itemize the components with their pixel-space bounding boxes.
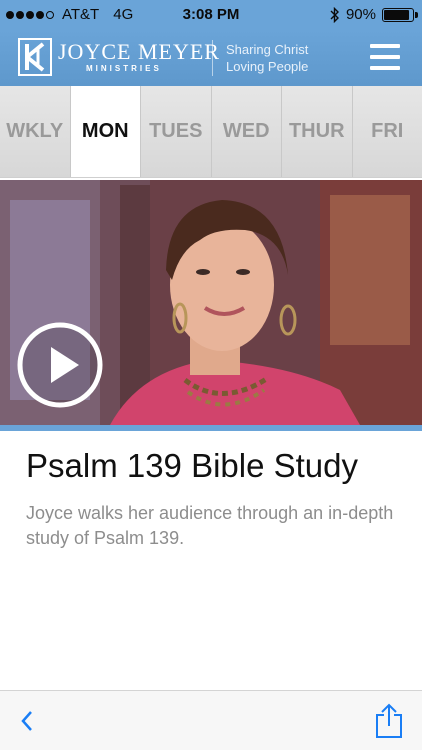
status-right: 90%: [330, 6, 418, 23]
bluetooth-icon: [330, 6, 339, 23]
tab-tues[interactable]: TUES: [141, 86, 212, 177]
hamburger-menu-icon[interactable]: [370, 44, 400, 70]
tab-mon[interactable]: MON: [70, 86, 141, 177]
brand-name: JOYCE MEYER: [58, 39, 220, 64]
tab-fri[interactable]: FRI: [352, 86, 422, 177]
tab-thur[interactable]: THUR: [282, 86, 353, 177]
video-bottom-bar: [0, 425, 422, 431]
app-screen: AT&T 4G 3:08 PM 90% JOYCE MEYER MINISTRI…: [0, 0, 422, 750]
bottom-toolbar: [0, 690, 422, 750]
chevron-left-icon[interactable]: [16, 709, 40, 733]
tagline: Sharing Christ Loving People: [226, 41, 336, 75]
app-header: JOYCE MEYER MINISTRIES Sharing Christ Lo…: [0, 30, 422, 86]
tagline-line-2: Loving People: [226, 59, 309, 74]
battery-icon: [382, 7, 418, 22]
battery-percent: 90%: [345, 6, 376, 23]
episode-title: Psalm 139 Bible Study: [26, 447, 359, 484]
battery-fill: [384, 9, 410, 20]
header-divider: [212, 40, 213, 76]
tab-wkly[interactable]: WKLY: [0, 86, 71, 177]
episode-description: Joyce walks her audience through an in-d…: [26, 503, 394, 548]
brand-subtitle: MINISTRIES: [86, 64, 162, 73]
day-tabs: WKLY MON TUES WED THUR FRI: [0, 86, 422, 178]
share-icon[interactable]: [374, 703, 404, 739]
ministry-logo-icon: [18, 38, 52, 76]
status-bar: AT&T 4G 3:08 PM 90%: [0, 0, 422, 30]
play-icon[interactable]: [17, 322, 103, 408]
tagline-line-1: Sharing Christ: [226, 42, 309, 57]
tab-wed[interactable]: WED: [211, 86, 282, 177]
